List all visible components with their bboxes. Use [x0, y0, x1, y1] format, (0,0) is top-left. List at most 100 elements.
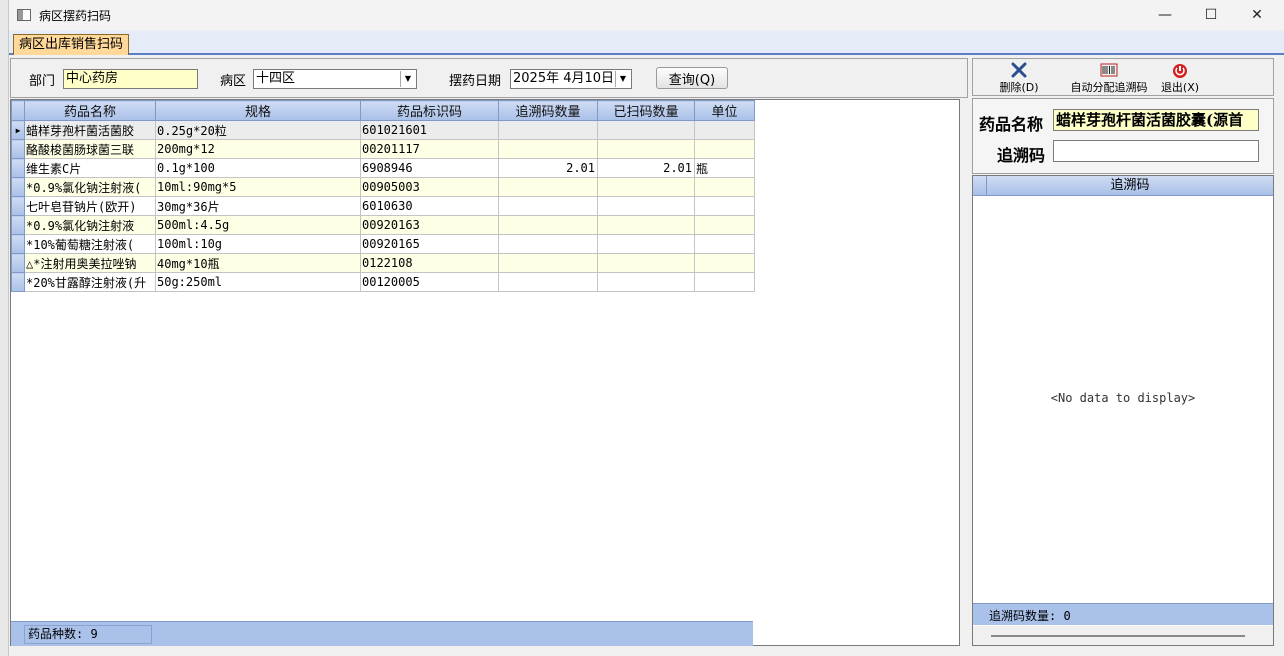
table-cell[interactable]: 00920165 — [360, 234, 499, 254]
horizontal-scrollbar[interactable] — [973, 626, 1273, 645]
table-cell[interactable] — [694, 139, 755, 159]
row-indicator[interactable] — [11, 196, 25, 216]
row-indicator[interactable] — [11, 253, 25, 273]
table-cell[interactable]: 50g:250ml — [155, 272, 361, 292]
ward-select[interactable]: 十四区 ▼ — [253, 69, 417, 89]
table-cell[interactable] — [694, 253, 755, 273]
query-button[interactable]: 查询(Q) — [656, 67, 728, 89]
table-cell[interactable] — [498, 120, 598, 140]
table-cell[interactable] — [597, 120, 695, 140]
scrollbar-thumb[interactable] — [991, 635, 1245, 637]
row-indicator[interactable] — [11, 177, 25, 197]
ward-value: 十四区 — [256, 71, 296, 86]
table-cell[interactable]: 0.1g*100 — [155, 158, 361, 178]
table-row[interactable]: *0.9%氯化钠注射液(10ml:90mg*5 00905003 — [11, 177, 755, 197]
table-row[interactable]: 维生素C片 0.1g*100 6908946 2.01 2.01 瓶 — [11, 158, 755, 178]
maximize-button[interactable]: ☐ — [1188, 0, 1234, 30]
table-cell[interactable]: 00920163 — [360, 215, 499, 235]
delete-button[interactable]: 删除(D) — [995, 61, 1043, 95]
auto-assign-button[interactable]: 自动分配追溯码 — [1065, 61, 1153, 95]
table-cell[interactable]: 2.01 — [597, 158, 695, 178]
table-cell[interactable]: 00120005 — [360, 272, 499, 292]
table-cell[interactable]: *0.9%氯化钠注射液( — [24, 177, 156, 197]
table-cell[interactable]: 酪酸梭菌肠球菌三联 — [24, 139, 156, 159]
table-row[interactable]: ▶ 蜡样芽孢杆菌活菌胶 0.25g*20粒 601021601 — [11, 120, 755, 140]
table-cell[interactable] — [597, 253, 695, 273]
table-cell[interactable]: 10ml:90mg*5 — [155, 177, 361, 197]
column-header[interactable]: 已扫码数量 — [597, 100, 695, 121]
trace-code-input[interactable] — [1053, 140, 1259, 162]
table-cell[interactable] — [694, 215, 755, 235]
table-cell[interactable] — [498, 253, 598, 273]
table-cell[interactable]: 40mg*10瓶 — [155, 253, 361, 273]
table-row[interactable]: 七叶皂苷钠片(欧开) 30mg*36片 6010630 — [11, 196, 755, 216]
table-cell[interactable] — [498, 215, 598, 235]
table-cell[interactable]: 200mg*12 — [155, 139, 361, 159]
column-header[interactable]: 追溯码数量 — [498, 100, 598, 121]
table-cell[interactable] — [597, 234, 695, 254]
drug-grid: 药品名称 规格 药品标识码 追溯码数量 已扫码数量 单位 ▶ 蜡样芽孢杆菌活菌胶 0.25g*… — [10, 99, 960, 646]
table-cell[interactable]: 6010630 — [360, 196, 499, 216]
table-cell[interactable] — [597, 272, 695, 292]
table-cell[interactable]: *0.9%氯化钠注射液 — [24, 215, 156, 235]
close-button[interactable]: ✕ — [1234, 0, 1280, 30]
table-row[interactable]: *0.9%氯化钠注射液 500ml:4.5g 00920163 — [11, 215, 755, 235]
table-cell[interactable]: 蜡样芽孢杆菌活菌胶 — [24, 120, 156, 140]
date-picker[interactable]: 2025年 4月10日 ▼ — [510, 69, 632, 89]
table-row[interactable]: *10%葡萄糖注射液(100ml:10g 00920165 — [11, 234, 755, 254]
table-cell[interactable]: 维生素C片 — [24, 158, 156, 178]
table-cell[interactable]: 00201117 — [360, 139, 499, 159]
table-cell[interactable] — [498, 139, 598, 159]
table-cell[interactable] — [597, 215, 695, 235]
table-cell[interactable]: 500ml:4.5g — [155, 215, 361, 235]
table-cell[interactable]: 100ml:10g — [155, 234, 361, 254]
chevron-down-icon[interactable]: ▼ — [615, 71, 630, 87]
table-cell[interactable] — [498, 177, 598, 197]
dept-field[interactable]: 中心药房 — [63, 69, 198, 89]
column-header[interactable]: 药品名称 — [24, 100, 156, 121]
chevron-down-icon[interactable]: ▼ — [400, 71, 415, 87]
table-row[interactable]: △*注射用奥美拉唑钠 40mg*10瓶 0122108 — [11, 253, 755, 273]
table-row[interactable]: 酪酸梭菌肠球菌三联 200mg*12 00201117 — [11, 139, 755, 159]
table-cell[interactable]: 瓶 — [694, 158, 755, 178]
table-cell[interactable] — [694, 234, 755, 254]
column-header[interactable]: 单位 — [694, 100, 755, 121]
table-cell[interactable] — [597, 177, 695, 197]
row-indicator[interactable] — [11, 158, 25, 178]
table-cell[interactable] — [498, 234, 598, 254]
row-indicator[interactable] — [11, 272, 25, 292]
table-cell[interactable] — [694, 272, 755, 292]
table-cell[interactable]: 601021601 — [360, 120, 499, 140]
table-cell[interactable]: 2.01 — [498, 158, 598, 178]
table-cell[interactable]: 七叶皂苷钠片(欧开) — [24, 196, 156, 216]
table-cell[interactable]: *20%甘露醇注射液(升 — [24, 272, 156, 292]
row-indicator[interactable] — [11, 139, 25, 159]
power-icon — [1157, 61, 1203, 79]
current-row-arrow-icon[interactable]: ▶ — [11, 120, 25, 140]
row-indicator[interactable] — [11, 234, 25, 254]
table-cell[interactable] — [498, 272, 598, 292]
exit-button[interactable]: 退出(X) — [1157, 61, 1203, 95]
table-cell[interactable]: 0122108 — [360, 253, 499, 273]
table-cell[interactable] — [597, 139, 695, 159]
table-cell[interactable]: 30mg*36片 — [155, 196, 361, 216]
column-header[interactable]: 规格 — [155, 100, 361, 121]
drug-name-field[interactable]: 蜡样芽孢杆菌活菌胶囊(源首 — [1053, 109, 1259, 131]
table-cell[interactable]: △*注射用奥美拉唑钠 — [24, 253, 156, 273]
table-cell[interactable] — [694, 196, 755, 216]
table-cell[interactable]: *10%葡萄糖注射液( — [24, 234, 156, 254]
table-row[interactable]: *20%甘露醇注射液(升 50g:250ml 00120005 — [11, 272, 755, 292]
minimize-button[interactable]: — — [1142, 0, 1188, 30]
table-cell[interactable] — [498, 196, 598, 216]
tab-ward-outbound-scan[interactable]: 病区出库销售扫码 — [13, 34, 130, 55]
table-cell[interactable] — [694, 120, 755, 140]
table-cell[interactable] — [694, 177, 755, 197]
ward-label: 病区 — [220, 74, 247, 89]
trace-code-column-header[interactable]: 追溯码 — [986, 176, 1273, 196]
table-cell[interactable]: 00905003 — [360, 177, 499, 197]
table-cell[interactable]: 6908946 — [360, 158, 499, 178]
table-cell[interactable]: 0.25g*20粒 — [155, 120, 361, 140]
row-indicator[interactable] — [11, 215, 25, 235]
column-header[interactable]: 药品标识码 — [360, 100, 499, 121]
table-cell[interactable] — [597, 196, 695, 216]
